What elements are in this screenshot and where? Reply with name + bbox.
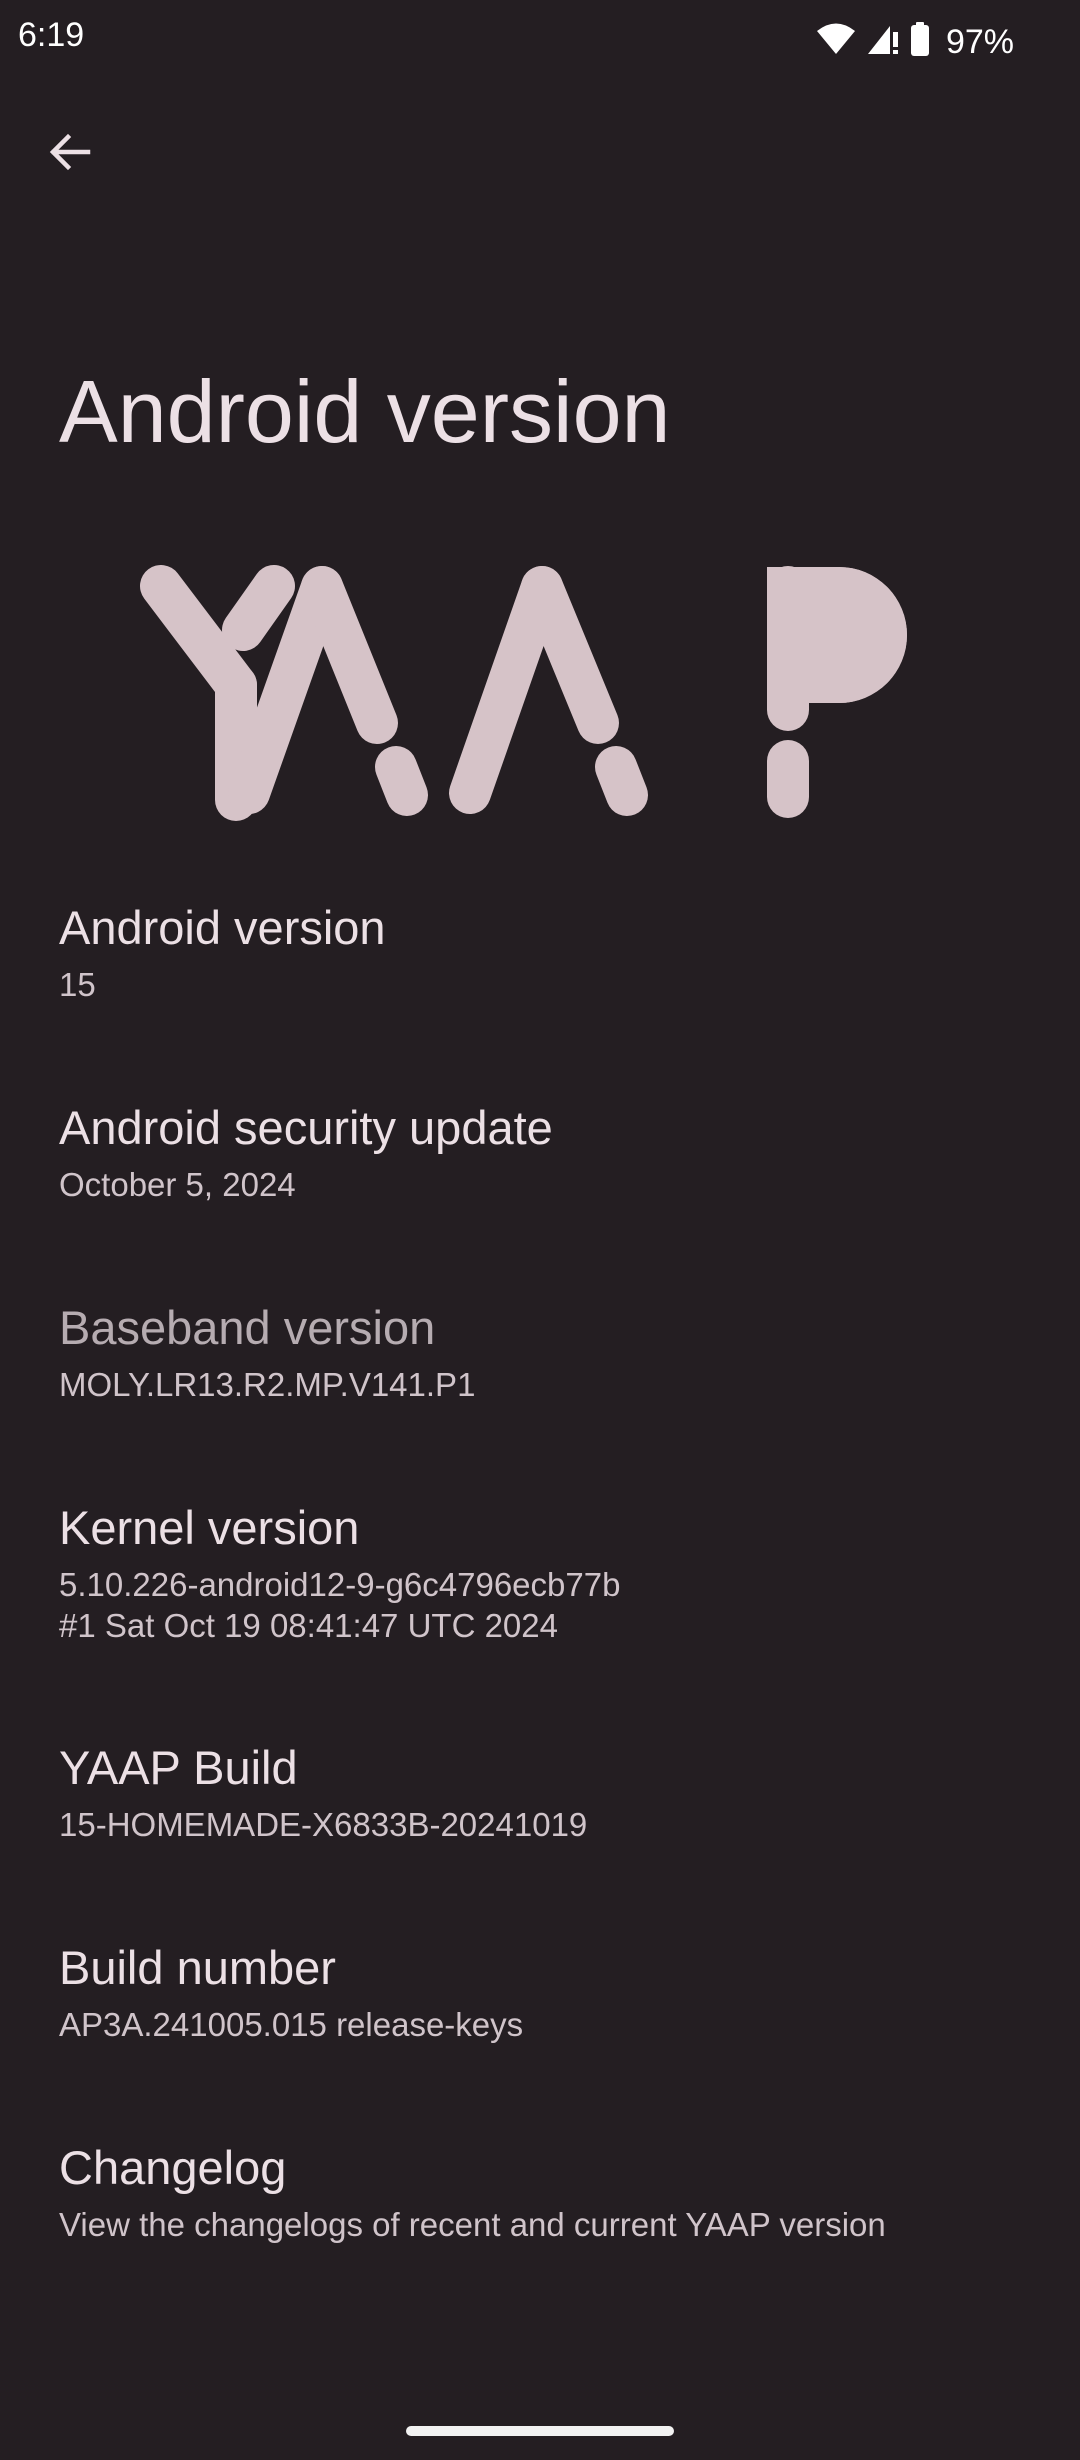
back-button[interactable] [36,120,104,188]
pref-summary: AP3A.241005.015 release-keys [59,2006,524,2044]
yaap-logo [140,565,940,825]
status-icons: 97% [816,22,1014,61]
pref-kernel-version[interactable]: Kernel version 5.10.226-android12-9-g6c4… [0,1500,1080,1646]
pref-title: Android version [59,901,386,954]
pref-title: Build number [59,1941,336,1994]
battery-percent: 97% [945,22,1014,61]
pref-changelog[interactable]: Changelog View the changelogs of recent … [0,2140,1080,2245]
pref-android-version[interactable]: Android version 15 [0,900,1080,1005]
pref-yaap-build[interactable]: YAAP Build 15-HOMEMADE-X6833B-20241019 [0,1740,1080,1845]
pref-title: YAAP Build [59,1741,298,1794]
pref-summary: October 5, 2024 [59,1166,296,1204]
pref-title: Android security update [59,1101,553,1154]
wifi-icon [816,22,856,61]
battery-icon [910,22,930,61]
pref-summary: 15-HOMEMADE-X6833B-20241019 [59,1806,588,1844]
cellular-signal-icon [866,22,900,61]
status-bar: 6:19 97% [0,0,1080,90]
pref-security-update[interactable]: Android security update October 5, 2024 [0,1100,1080,1205]
pref-title: Changelog [59,2141,287,2194]
pref-baseband-version[interactable]: Baseband version MOLY.LR13.R2.MP.V141.P1 [0,1300,1080,1405]
gesture-nav-handle[interactable] [406,2426,674,2436]
pref-summary: 5.10.226-android12-9-g6c4796ecb77b #1 Sa… [59,1566,621,1645]
pref-title: Baseband version [59,1301,436,1354]
pref-title: Kernel version [59,1501,360,1554]
page-title: Android version [59,362,671,461]
pref-build-number[interactable]: Build number AP3A.241005.015 release-key… [0,1940,1080,2045]
status-time: 6:19 [18,16,85,54]
pref-summary: MOLY.LR13.R2.MP.V141.P1 [59,1366,476,1404]
pref-summary: View the changelogs of recent and curren… [59,2206,886,2244]
pref-summary: 15 [59,966,96,1004]
arrow-back-icon [48,130,92,179]
